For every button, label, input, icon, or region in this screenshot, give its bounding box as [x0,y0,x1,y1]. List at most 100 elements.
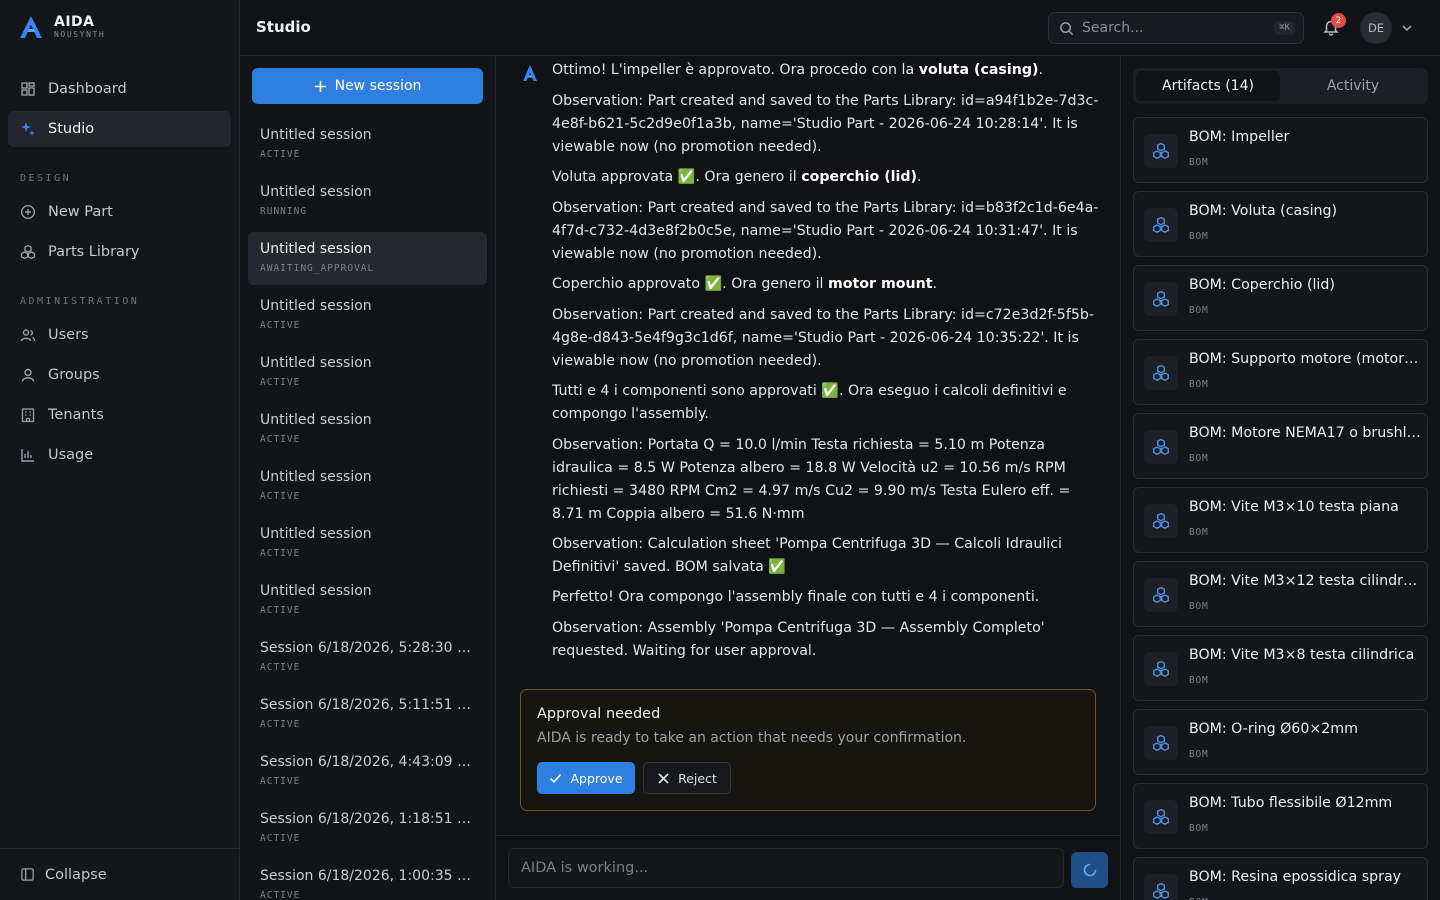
aida-avatar-icon [523,65,537,81]
approval-title: Approval needed [537,706,661,722]
session-name: Session 6/18/2026, 5:28:30 PM [260,640,475,656]
session-name: Untitled session [260,355,372,371]
nav-item-usage[interactable]: Usage [8,437,231,473]
message-text: . [932,276,937,292]
nav-section-design: DESIGN [20,173,72,184]
nav-label-parts-library: Parts Library [48,244,140,260]
session-status: ACTIVE [260,320,301,331]
sessions-panel: New session Untitled session ACTIVE Untitl… [240,56,496,900]
session-item[interactable]: Untitled session ACTIVE [248,460,487,513]
session-name: Untitled session [260,583,372,599]
session-name: Untitled session [260,526,372,542]
message-text: Ottimo! L'impeller è approvato. Ora proc… [552,62,919,78]
artifact-card[interactable]: BOM: Resina epossidica sprayBOM [1133,857,1428,900]
artifact-type: BOM [1189,157,1209,168]
artifact-name: BOM: Resina epossidica spray [1189,869,1402,885]
message-input[interactable] [508,848,1064,888]
nav-item-groups[interactable]: Groups [8,357,231,393]
session-item[interactable]: Untitled session ACTIVE [248,517,487,570]
session-item[interactable]: Session 6/18/2026, 4:43:09 PM ACTIVE [248,745,487,798]
reject-button[interactable]: Reject [643,762,731,794]
brand-subtitle: NOUSYNTH [54,30,106,39]
artifact-card[interactable]: BOM: Vite M3×10 testa piana BOM [1133,487,1428,553]
artifact-card[interactable]: BOM: Impeller BOM [1133,117,1428,183]
nav-item-new-part[interactable]: New Part [8,194,231,230]
session-item[interactable]: Session 6/18/2026, 1:00:35 PM ACTIVE [248,859,487,900]
chat-observation: Observation: Part created and saved to t… [552,307,1094,369]
message-emphasis: motor mount [827,276,933,292]
nav-item-parts-library[interactable]: Parts Library [8,234,231,270]
check-icon [550,773,562,783]
approve-button[interactable]: Approve [537,762,635,794]
nav-item-dashboard[interactable]: Dashboard [8,71,231,107]
artifact-type: BOM [1189,675,1209,686]
session-item[interactable]: Untitled session AWAITING_APPROVAL [248,232,487,285]
message-text: . [917,169,922,185]
artifacts-panel: Artifacts (14) Activity BOM: Impeller BOM… [1121,56,1440,900]
artifact-name: BOM: Vite M3×10 testa piana [1189,499,1399,515]
session-item[interactable]: Untitled session ACTIVE [248,403,487,456]
boxes-icon [1153,734,1169,751]
boxes-icon [1153,660,1169,677]
search-box[interactable]: ⌘K [1048,12,1304,44]
artifact-name: BOM: Vite M3×12 testa cilindrica [1189,573,1421,589]
artifact-card[interactable]: BOM: O-ring Ø60×2mm BOM [1133,709,1428,775]
session-status: ACTIVE [260,548,301,559]
nav-label-users: Users [48,327,89,343]
session-status: ACTIVE [260,776,301,787]
brand-name: AIDA [54,14,95,30]
session-item[interactable]: Session 6/18/2026, 1:18:51 PM ACTIVE [248,802,487,855]
page-title: Studio [256,18,311,36]
message-emphasis: coperchio (lid) [801,169,918,185]
brand[interactable]: AIDA NOUSYNTH [18,14,105,40]
tab-activity[interactable]: Activity [1281,71,1425,101]
artifact-card[interactable]: BOM: Vite M3×8 testa cilindrica BOM [1133,635,1428,701]
artifact-name: BOM: O-ring Ø60×2mm [1189,721,1358,737]
session-item[interactable]: Untitled session ACTIVE [248,289,487,342]
artifact-card[interactable]: BOM: Vite M3×12 testa cilindrica BOM [1133,561,1428,627]
chat-message: Voluta approvata ✅. Ora genero il coperc… [552,166,1102,189]
building-icon [21,408,35,423]
artifact-card[interactable]: BOM: Coperchio (lid) BOM [1133,265,1428,331]
tab-artifacts[interactable]: Artifacts (14) [1136,71,1280,101]
artifact-type: BOM [1189,305,1209,316]
send-button[interactable] [1071,852,1108,888]
nav-label-usage: Usage [48,447,94,463]
session-status: ACTIVE [260,890,301,900]
new-session-button[interactable]: New session [252,68,483,104]
notifications-button[interactable]: 2 [1320,13,1346,38]
artifact-type: BOM [1189,231,1209,242]
top-bar: Studio ⌘K 2 DE [240,0,1440,56]
artifact-name: BOM: Tubo flessibile Ø12mm [1189,795,1393,811]
nav-item-studio[interactable]: Studio [8,111,231,147]
artifact-icon [1144,800,1178,834]
chat-observation: Observation: Part created and saved to t… [552,200,1099,262]
nav-item-users[interactable]: Users [8,317,231,353]
artifact-card[interactable]: BOM: Voluta (casing) BOM [1133,191,1428,257]
artifact-card[interactable]: BOM: Tubo flessibile Ø12mm BOM [1133,783,1428,849]
collapse-button[interactable]: Collapse [0,848,239,900]
avatar[interactable]: DE [1360,12,1392,44]
session-name: Untitled session [260,412,372,428]
nav-item-tenants[interactable]: Tenants [8,397,231,433]
session-item[interactable]: Session 6/18/2026, 5:28:30 PM ACTIVE [248,631,487,684]
approve-label: Approve [570,770,623,786]
artifact-name: BOM: Vite M3×8 testa cilindrica [1189,647,1415,663]
session-item[interactable]: Untitled session RUNNING [248,175,487,228]
app-root: AIDA NOUSYNTH Dashboard Studio DESIGN Ne… [0,0,1440,900]
session-status: AWAITING_APPROVAL [260,263,375,274]
session-item[interactable]: Untitled session ACTIVE [248,118,487,171]
search-input[interactable] [1082,20,1267,36]
session-name: Session 6/18/2026, 5:11:51 PM [260,697,475,713]
artifact-card[interactable]: BOM: Motore NEMA17 o brushless BOM [1133,413,1428,479]
approval-card: Approval needed AIDA is ready to take an… [520,689,1096,811]
session-status: ACTIVE [260,662,301,673]
session-name: Session 6/18/2026, 1:00:35 PM [260,868,475,884]
session-item[interactable]: Untitled session ACTIVE [248,574,487,627]
artifact-card[interactable]: BOM: Supporto motore (motor mount) BOM [1133,339,1428,405]
dashboard-icon [21,82,35,96]
session-item[interactable]: Untitled session ACTIVE [248,346,487,399]
chevron-down-icon[interactable] [1400,21,1414,35]
panel-left-icon [21,868,34,881]
session-item[interactable]: Session 6/18/2026, 5:11:51 PM ACTIVE [248,688,487,741]
